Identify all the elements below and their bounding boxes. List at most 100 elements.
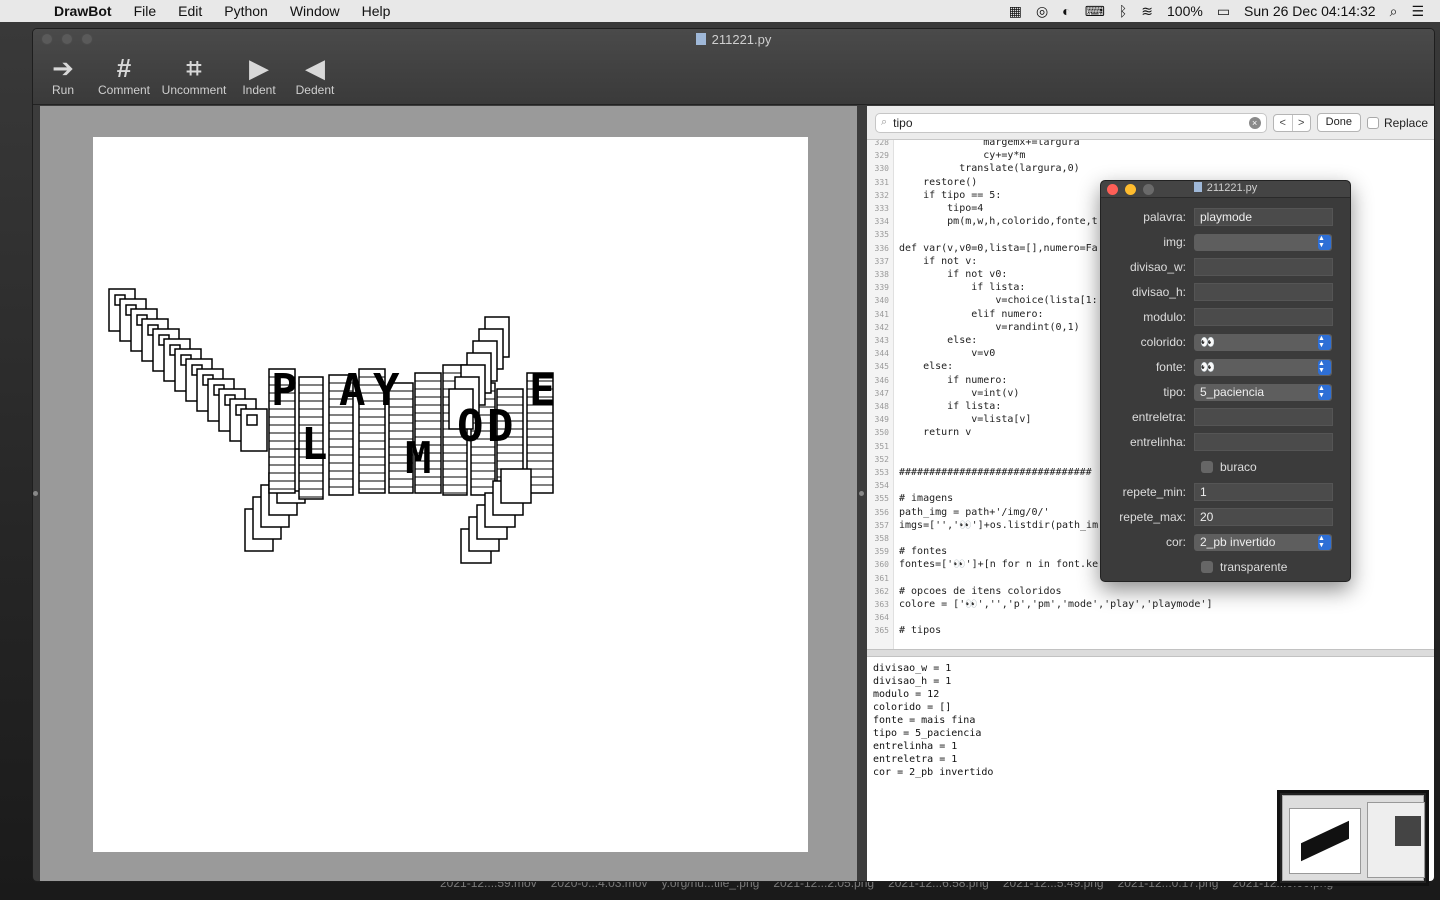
line-number: 357 [874,520,889,530]
variable-select[interactable]: 2_pb invertido ▲▼ [1194,533,1332,551]
contrast-icon[interactable]: ◐ [1062,3,1070,19]
code-line[interactable]: 334 pm(m,w,h,colorido,fonte,t [867,216,1098,229]
variable-input[interactable] [1194,308,1333,326]
variable-input[interactable]: playmode [1194,208,1333,226]
battery-icon[interactable]: ▭ [1217,3,1230,20]
menu-app[interactable]: DrawBot [54,3,123,19]
line-number: 352 [874,454,889,464]
code-line[interactable]: 336 def var(v,v0=0,lista=[],numero=Fa [867,243,1098,256]
code-line[interactable]: 349 v=lista[v] [867,414,1032,427]
code-line[interactable]: 364 [867,612,899,625]
code-line[interactable]: 332 if tipo == 5: [867,190,1002,203]
code-line[interactable]: 365 # tipos [867,625,942,638]
variable-input[interactable] [1194,283,1333,301]
code-line[interactable]: 345 else: [867,361,954,374]
clear-search-icon[interactable]: × [1248,116,1261,129]
keyboard-icon[interactable]: ⌨ [1085,3,1105,20]
indent-button[interactable]: ▶ Indent [233,53,285,97]
code-line[interactable]: 360 fontes=['👀']+[n for n in font.ke [867,559,1099,572]
code-line[interactable]: 355 # imagens [867,493,954,506]
calendar-icon[interactable]: ▦ [1009,3,1022,20]
code-line[interactable]: 338 if not v0: [867,269,1008,282]
code-line[interactable]: 342 v=randint(0,1) [867,322,1080,335]
code-line[interactable]: 358 [867,533,899,546]
code-text: if numero: [899,374,1008,386]
next-match-button[interactable]: > [1291,114,1310,131]
clock[interactable]: Sun 26 Dec 04:14:32 [1244,3,1376,19]
replace-toggle[interactable]: Replace [1366,116,1428,130]
horizontal-split-handle[interactable] [867,649,1434,657]
code-line[interactable]: 362 # opcoes de itens coloridos [867,586,1062,599]
previous-match-button[interactable]: < [1274,115,1292,131]
comment-button[interactable]: # Comment [93,53,155,97]
variable-checkbox-group[interactable]: buraco [1201,460,1257,474]
variable-select[interactable]: 👀 ▲▼ [1194,358,1332,376]
uncomment-button[interactable]: ⌗ Uncomment [159,53,229,97]
code-line[interactable]: 347 v=int(v) [867,388,1020,401]
code-line[interactable]: 352 [867,454,899,467]
code-line[interactable]: 328 margemx+=largura [867,140,1080,150]
code-line[interactable]: 357 imgs=['','👀']+os.listdir(path_im [867,520,1099,533]
wifi-icon[interactable]: ≋ [1141,3,1153,20]
dedent-button[interactable]: ◀ Dedent [289,53,341,97]
code-line[interactable]: 335 [867,229,899,242]
variable-checkbox-group[interactable]: transparente [1201,560,1287,574]
variable-label: cor: [1165,535,1186,549]
code-text: # tipos [899,625,942,637]
drawing-page[interactable]: PLAYMODE [93,137,808,852]
code-line[interactable]: 343 else: [867,335,978,348]
code-line[interactable]: 356 path_img = path+'/img/0/' [867,507,1050,520]
code-line[interactable]: 354 [867,480,899,493]
find-field[interactable]: ⌕ tipo × [875,112,1267,133]
code-line[interactable]: 340 v=choice(lista[1: [867,295,1098,308]
menu-window[interactable]: Window [279,3,351,19]
variable-select[interactable]: ▲▼ [1194,233,1332,251]
menu-python[interactable]: Python [213,3,279,19]
code-line[interactable]: 337 if not v: [867,256,978,269]
code-line[interactable]: 339 if lista: [867,282,1026,295]
battery-percent: 100% [1167,3,1203,19]
code-line[interactable]: 351 [867,441,899,454]
run-label: Run [51,83,74,97]
variable-select[interactable]: 👀 ▲▼ [1194,333,1332,351]
menu-file[interactable]: File [123,3,168,19]
variable-input[interactable] [1194,433,1333,451]
search-icon[interactable]: ⌕ [1390,3,1398,20]
checkbox[interactable] [1201,561,1213,573]
checkbox[interactable] [1201,461,1213,473]
code-line[interactable]: 353 ################################ [867,467,1092,480]
code-line[interactable]: 361 [867,573,899,586]
code-line[interactable]: 348 if lista: [867,401,1002,414]
code-line[interactable]: 363 colore = ['👀','','p','pm','mode','pla… [867,599,1213,612]
run-button[interactable]: ➔ Run [37,53,89,97]
code-text: # imagens [899,493,954,505]
done-button[interactable]: Done [1316,113,1361,132]
replace-checkbox[interactable] [1366,116,1379,129]
screenshot-thumbnail[interactable] [1277,790,1429,886]
code-line[interactable]: 341 elif numero: [867,309,1044,322]
variable-input[interactable] [1194,408,1333,426]
left-split-handle[interactable] [33,491,38,496]
code-line[interactable]: 346 if numero: [867,374,1008,388]
control-center-icon[interactable]: ☰ [1411,3,1424,20]
find-query[interactable]: tipo [893,116,1249,130]
canvas-pane[interactable]: PLAYMODE [40,106,857,881]
code-line[interactable]: 359 # fontes [867,546,948,559]
code-line[interactable]: 344 v=v0 [867,348,996,361]
variable-input[interactable] [1194,258,1333,276]
bluetooth-icon[interactable]: ᛒ [1119,3,1127,19]
menu-help[interactable]: Help [351,3,402,19]
variable-select[interactable]: 5_paciencia ▲▼ [1194,383,1332,401]
creative-cloud-icon[interactable]: ◎ [1036,3,1048,20]
code-line[interactable]: 329 cy+=y*m [867,150,1026,163]
code-line[interactable]: 331 restore() [867,177,978,190]
variable-input[interactable]: 20 [1194,508,1333,526]
code-line[interactable]: 333 tipo=4 [867,203,984,216]
vertical-split-handle[interactable] [859,491,864,496]
code-line[interactable]: 330 translate(largura,0) [867,163,1080,176]
code-line[interactable]: 350 return v [867,427,972,440]
menu-edit[interactable]: Edit [167,3,213,19]
line-number: 365 [874,626,889,636]
hash-strike-icon: ⌗ [186,53,202,83]
variable-input[interactable]: 1 [1194,483,1333,501]
